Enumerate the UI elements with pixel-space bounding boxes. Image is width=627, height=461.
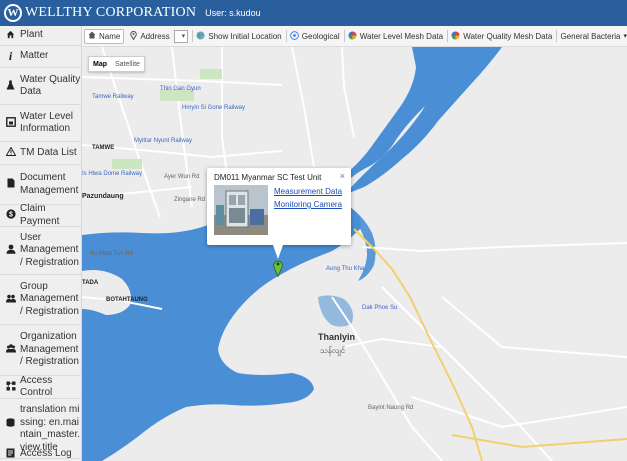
show-initial-location-label: Show Initial Location bbox=[208, 31, 282, 41]
sidebar-item-tm-data-list[interactable]: TM Data List bbox=[0, 142, 82, 165]
map-type-control: Map Satellite bbox=[88, 56, 145, 72]
map-type-map-button[interactable]: Map bbox=[89, 61, 111, 68]
database-icon bbox=[5, 418, 16, 430]
sidebar-item-label: Matter bbox=[20, 50, 49, 62]
sidebar-item-label: User Management / Registration bbox=[20, 231, 79, 268]
sidebar-item-plant[interactable]: Plant bbox=[0, 26, 82, 46]
monitoring-camera-link[interactable]: Monitoring Camera bbox=[274, 200, 342, 209]
sidebar-item-water-quality-data[interactable]: Water Quality Data bbox=[0, 68, 82, 105]
water-quality-mesh-button[interactable]: Water Quality Mesh Data bbox=[451, 30, 553, 42]
dollar-icon: $ bbox=[5, 209, 16, 222]
app-header: W WELLTHY CORPORATION User: s.kudou bbox=[0, 0, 627, 26]
group-icon bbox=[5, 294, 16, 306]
map-label-hlawa-dome: Is Hlwa Dome Railway bbox=[82, 171, 143, 177]
access-control-icon bbox=[5, 381, 16, 394]
map-drawing bbox=[82, 47, 627, 461]
chevron-down-icon: ▾ bbox=[623, 33, 627, 40]
name-search-button[interactable]: Name bbox=[84, 28, 125, 44]
sidebar-item-access-log[interactable]: Access Log bbox=[0, 443, 82, 461]
map-label-myittar-nyunt: Myittar Nyunt Railway bbox=[134, 138, 193, 144]
address-select[interactable]: ▾ bbox=[173, 29, 189, 43]
map-label-ayer-wun: Ayer Wun Rd bbox=[164, 174, 200, 180]
sidebar-item-label: Water Level Information bbox=[20, 110, 73, 135]
map-label-tada: TADA bbox=[82, 280, 99, 286]
map-label-botahtaung: BOTAHTAUNG bbox=[106, 297, 148, 303]
sidebar-item-label: TM Data List bbox=[20, 146, 77, 158]
map-type-satellite-button[interactable]: Satellite bbox=[111, 61, 144, 68]
sidebar: Plant i Matter Water Quality Data Water … bbox=[0, 26, 82, 461]
sidebar-item-document-management[interactable]: Document Management bbox=[0, 165, 82, 205]
unit-photo bbox=[214, 185, 268, 235]
map-label-tamwe-railway: Tamwe Railway bbox=[92, 94, 134, 100]
map-pin-icon bbox=[130, 30, 138, 42]
address-search-button[interactable]: Address bbox=[130, 30, 170, 42]
warning-icon bbox=[5, 146, 16, 159]
sidebar-item-group-management[interactable]: Group Management / Registration bbox=[0, 275, 82, 325]
map-infowindow: DM011 Myanmar SC Test Unit × Measurement… bbox=[207, 168, 351, 259]
water-quality-mesh-label: Water Quality Mesh Data bbox=[463, 31, 553, 41]
organization-icon bbox=[5, 344, 16, 356]
water-level-mesh-label: Water Level Mesh Data bbox=[359, 31, 444, 41]
sidebar-item-water-level-information[interactable]: Water Level Information bbox=[0, 105, 82, 142]
sidebar-item-organization-management[interactable]: Organization Management / Registration bbox=[0, 325, 82, 376]
info-icon: i bbox=[8, 49, 13, 63]
sidebar-item-label: Access Log bbox=[20, 447, 72, 459]
map-label-thin-gan-gyun: Thin Gan Gyun bbox=[160, 86, 201, 92]
logo-text: WELLTHY CORPORATION bbox=[25, 5, 197, 20]
map-label-thanlyin-local: သန်လျင် bbox=[320, 346, 346, 355]
globe-icon bbox=[196, 30, 205, 42]
sidebar-item-user-management[interactable]: User Management / Registration bbox=[0, 227, 82, 275]
show-initial-location-button[interactable]: Show Initial Location bbox=[196, 30, 282, 42]
map-label-bayint-naung: Bayint Naung Rd bbox=[368, 405, 414, 411]
close-icon[interactable]: × bbox=[340, 171, 345, 181]
geological-icon bbox=[289, 30, 299, 42]
sidebar-item-label: Document Management bbox=[20, 172, 79, 196]
name-button-label: Name bbox=[99, 31, 121, 41]
sidebar-item-matter[interactable]: i Matter bbox=[0, 46, 82, 68]
flask-icon bbox=[5, 80, 16, 93]
name-icon bbox=[88, 31, 96, 41]
map-toolbar: Name Address ▾ Show Initial Location Geo… bbox=[82, 26, 627, 47]
map-label-aung-thu-kha: Aung Thu Kha bbox=[326, 266, 365, 272]
color-wheel-icon bbox=[348, 30, 357, 42]
home-icon bbox=[5, 30, 16, 42]
company-logo[interactable]: W WELLTHY CORPORATION bbox=[4, 4, 196, 22]
map-label-hmyin-si-gone: Hmyin Si Gone Railway bbox=[182, 105, 246, 111]
user-icon bbox=[5, 244, 16, 257]
sidebar-item-label: Group Management / Registration bbox=[20, 280, 79, 317]
map-marker-icon bbox=[273, 260, 283, 277]
geological-button[interactable]: Geological bbox=[289, 30, 340, 42]
sidebar-item-label: Claim Payment bbox=[20, 203, 60, 227]
sidebar-item-access-control[interactable]: Access Control bbox=[0, 374, 82, 399]
sidebar-item-label: Water Quality Data bbox=[20, 73, 81, 98]
chevron-down-icon: ▾ bbox=[181, 32, 186, 40]
water-level-mesh-button[interactable]: Water Level Mesh Data bbox=[348, 30, 444, 42]
infowindow-tail bbox=[273, 245, 283, 259]
map-label-thanlyin: Thanlyin bbox=[318, 332, 356, 342]
map-canvas[interactable]: Thin Gan Gyun Hmyin Si Gone Railway Tamw… bbox=[82, 47, 627, 461]
current-user-label: User: s.kudou bbox=[205, 8, 261, 18]
infowindow-title: DM011 Myanmar SC Test Unit bbox=[214, 173, 322, 182]
sidebar-item-label: Access Control bbox=[20, 374, 53, 399]
measurement-data-link[interactable]: Measurement Data bbox=[274, 187, 342, 196]
color-wheel-icon bbox=[451, 30, 460, 42]
map-label-pazundaung: Pazundaung bbox=[82, 193, 124, 200]
svg-text:$: $ bbox=[9, 212, 13, 219]
address-label: Address bbox=[140, 31, 170, 41]
map-label-bo-myat-tun: Bo Myat Tun Rd bbox=[90, 251, 134, 257]
geological-label: Geological bbox=[301, 31, 340, 41]
document-icon bbox=[5, 178, 16, 191]
logo-mark: W bbox=[4, 4, 22, 22]
sidebar-item-label: Organization Management / Registration bbox=[20, 331, 79, 368]
general-bacteria-dropdown[interactable]: General Bacteria ▾ bbox=[560, 32, 627, 41]
map-label-dak-phoe-su: Dak Phoe Su bbox=[362, 305, 398, 311]
log-icon bbox=[5, 448, 16, 461]
general-bacteria-label: General Bacteria bbox=[560, 31, 621, 41]
map-label-tamwe: TAMWE bbox=[92, 145, 115, 151]
gauge-icon bbox=[5, 116, 16, 130]
sidebar-item-label: Plant bbox=[20, 29, 43, 41]
sidebar-item-claim-payment[interactable]: $ Claim Payment bbox=[0, 203, 82, 227]
map-label-zingane: Zingane Rd bbox=[174, 197, 206, 203]
